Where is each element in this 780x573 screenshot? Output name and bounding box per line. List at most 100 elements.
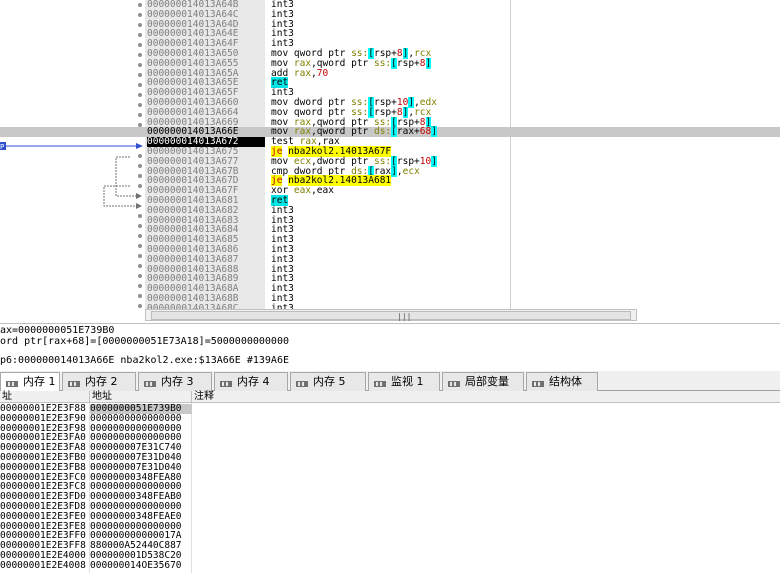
tab-7[interactable]: 局部变量 (442, 372, 524, 391)
watch-icon (373, 377, 387, 387)
scrollbar-grip-icon: ||| (397, 312, 412, 321)
disasm-row[interactable]: 000000014013A682 int3 (0, 205, 780, 216)
disasm-row[interactable]: 000000014013A689 int3 (0, 274, 780, 284)
dump-address: 00000001E2E3FE0 (0, 511, 86, 522)
dump-address: 00000001E2E3FC8 (0, 482, 86, 493)
disasm-row[interactable]: 000000014013A65A add rax,70 (0, 68, 780, 79)
dump-row[interactable]: 00000001E2E3FB0 000000007E31D040 (0, 453, 780, 463)
dump-row[interactable]: 00000001E2E3F90 0000000000000000 (0, 414, 780, 424)
dump-address: 00000001E2E3FA0 (0, 433, 86, 444)
tab-label: 内存 2 (85, 375, 118, 388)
disassembly-pane[interactable]: P 000000014013A64B int3 000000014013A64C in… (0, 0, 780, 323)
dump-value: 0000000000000000 (90, 482, 182, 493)
tab-label: 结构体 (549, 375, 582, 388)
tab-3[interactable]: 内存 3 (138, 372, 212, 391)
struct-icon (531, 377, 545, 387)
dump-address: 00000001E2E3F88 (0, 404, 86, 414)
header-value[interactable]: 地址 (90, 391, 192, 403)
dump-row[interactable]: 00000001E2E3FE8 0000000000000000 (0, 522, 780, 532)
dump-address: 00000001E2E4008 (0, 560, 86, 571)
info-line-2: ord ptr[rax+68]=[0000000051E73A18]=50000… (0, 336, 289, 347)
dump-value: 0000000000000000 (90, 413, 182, 424)
dump-address: 00000001E2E3FD0 (0, 492, 86, 503)
dump-address: 00000001E2E3FF8 (0, 541, 86, 552)
dump-address: 00000001E2E3FF0 (0, 531, 86, 542)
disasm-row[interactable]: 000000014013A67F xor eax,eax (0, 186, 780, 196)
disasm-row[interactable]: 000000014013A685 int3 (0, 235, 780, 245)
dump-row[interactable]: 00000001E2E3FB8 000000007E31D040 (0, 463, 780, 473)
dump-address: 00000001E2E3FB0 (0, 453, 86, 463)
dump-row[interactable]: 00000001E2E3FC8 0000000000000000 (0, 482, 780, 492)
dump-value: 0000000000000000 (90, 423, 182, 434)
memory-dump-pane[interactable]: 址 地址 注释 00000001E2E3F88 0000000051E739B0 0… (0, 391, 780, 573)
dump-row[interactable]: 00000001E2E3FD8 0000000000000000 (0, 502, 780, 512)
dump-address: 00000001E2E3FC0 (0, 472, 86, 483)
dump-value: 0000000000000000 (90, 521, 182, 532)
dump-row[interactable]: 00000001E2E4008 000000014OE35670 (0, 561, 780, 571)
scrollbar-thumb[interactable]: ||| (151, 311, 631, 321)
horizontal-scrollbar[interactable]: ||| (145, 309, 637, 321)
dump-value: 00000000348FEAE0 (90, 511, 182, 522)
dump-address: 00000001E2E3FD8 (0, 502, 86, 512)
dump-address: 00000001E2E3F98 (0, 423, 86, 434)
dump-value: 000000014OE35670 (90, 560, 182, 571)
dump-tab-bar: 内存 1 内存 2 内存 3 内存 4 内存 5 监视 1 局部变量 结构体 (0, 371, 780, 392)
tab-8[interactable]: 结构体 (526, 372, 598, 391)
dump-row[interactable]: 00000001E2E3F98 0000000000000000 (0, 424, 780, 434)
disasm-row[interactable]: 000000014013A687 int3 (0, 254, 780, 265)
locals-icon (447, 377, 461, 387)
dump-address: 00000001E2E3FA8 (0, 443, 86, 454)
dump-value: 00000000348FEAB0 (90, 492, 182, 503)
tab-label: 局部变量 (465, 375, 509, 388)
disasm-row[interactable]: 000000014013A684 int3 (0, 225, 780, 235)
disasm-row[interactable]: 000000014013A64E int3 (0, 29, 780, 39)
dump-row[interactable]: 00000001E2E3FA8 000000007E31C740 (0, 443, 780, 453)
dump-value: 0000000051E739B0 (90, 404, 192, 414)
disasm-row[interactable]: 000000014013A686 int3 (0, 245, 780, 255)
disasm-row[interactable]: 000000014013A681 ret (0, 195, 780, 206)
disasm-row[interactable]: 000000014013A683 int3 (0, 215, 780, 226)
disasm-row[interactable]: 000000014013A68A int3 (0, 284, 780, 294)
tab-5[interactable]: 内存 5 (290, 372, 366, 391)
disasm-row[interactable]: 000000014013A68B int3 (0, 294, 780, 304)
dump-row[interactable]: 00000001E2E3F88 0000000051E739B0 (0, 404, 780, 414)
dump-row[interactable]: 00000001E2E3FC0 00000000348FEA80 (0, 473, 780, 483)
dump-address: 00000001E2E3FB8 (0, 462, 86, 473)
tab-4[interactable]: 内存 4 (214, 372, 288, 391)
dump-row[interactable]: 00000001E2E3FF0 000000000000017A (0, 531, 780, 541)
tab-label: 内存 3 (161, 375, 194, 388)
tab-2[interactable]: 内存 2 (62, 372, 136, 391)
disasm-row[interactable]: 000000014013A655 mov rax,qword ptr ss:[rs… (0, 57, 780, 69)
tab-1[interactable]: 内存 1 (0, 372, 60, 392)
disasm-row[interactable]: 000000014013A688 int3 (0, 264, 780, 275)
dump-row[interactable]: 00000001E2E3FA0 0000000000000000 (0, 433, 780, 443)
dump-value: 0000000000000000 (90, 502, 182, 512)
disasm-row[interactable]: 000000014013A66E mov rax,qword ptr ds:[ra… (0, 126, 780, 138)
disasm-row[interactable]: 000000014013A64B int3 (0, 0, 780, 10)
info-pane: ax=0000000051E739B0 ord ptr[rax+68]=[000… (0, 323, 780, 371)
dump-value: 000000001D538C20 (90, 551, 182, 561)
tab-label: 内存 1 (23, 375, 56, 388)
disasm-row[interactable]: 000000014013A64D int3 (0, 19, 780, 30)
disasm-row[interactable]: 000000014013A64C int3 (0, 9, 780, 20)
dump-row[interactable]: 00000001E2E3FE0 00000000348FEAE0 (0, 512, 780, 522)
dump-row[interactable]: 00000001E2E3FF8 880000A52440C887 (0, 541, 780, 551)
tab-6[interactable]: 监视 1 (368, 372, 440, 391)
memory-icon (5, 377, 19, 387)
header-comment[interactable]: 注释 (192, 391, 780, 403)
dump-value: 000000007E31C740 (90, 443, 182, 454)
header-address[interactable]: 址 (0, 391, 90, 403)
dump-value: 0000000000000000 (90, 433, 182, 444)
memory-icon (67, 377, 81, 387)
tab-label: 内存 5 (313, 375, 346, 388)
info-line-3: p6:000000014013A66E nba2kol2.exe:$13A66E… (0, 355, 289, 366)
dump-value: 000000007E31D040 (90, 453, 182, 463)
dump-row[interactable]: 00000001E2E3FD0 00000000348FEAB0 (0, 492, 780, 502)
memory-icon (219, 377, 233, 387)
disasm-row[interactable]: 000000014013A67D je nba2kol2.14013A681 (0, 175, 780, 187)
dump-address: 00000001E2E4000 (0, 551, 86, 561)
dump-address: 00000001E2E3FE8 (0, 521, 86, 532)
info-line-1: ax=0000000051E739B0 (0, 325, 115, 336)
dump-row[interactable]: 00000001E2E4000 000000001D538C20 (0, 551, 780, 561)
disasm-row[interactable]: 000000014013A65E ret (0, 77, 780, 89)
